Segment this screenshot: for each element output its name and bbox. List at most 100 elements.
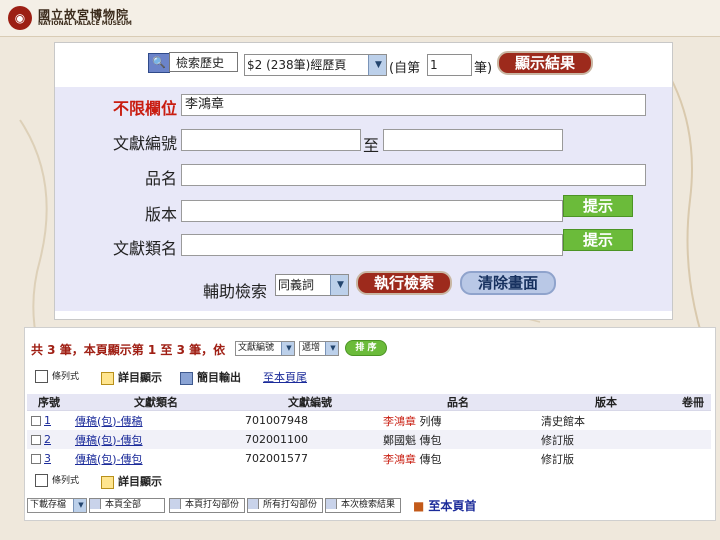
this-search-results-button[interactable]: 本次檢索結果 [325,498,401,513]
list-view-label: 條列式 [52,372,80,382]
print-all-checked-label: 所有打勾部份 [263,500,318,510]
row-edition: 修訂版 [541,452,574,466]
summary-export-button[interactable]: 簡目輸出 [180,369,241,385]
list-view-icon [35,369,48,383]
clear-screen-button[interactable]: 清除畫面 [460,271,556,295]
results-table: 序號 文獻類名 文獻編號 品名 版本 卷冊 1 傳稿(包)-傳稿 7010079… [27,394,711,468]
aux-selected-value: 同義詞 [278,278,315,292]
edition-hint-button[interactable]: 提示 [563,195,633,217]
list-view-icon [35,473,48,487]
to-top-label: 至本頁首 [428,499,477,513]
table-row: 1 傳稿(包)-傳稿 701007948 李鴻章 列傳 清史館本 [27,411,711,431]
title-input[interactable] [181,164,646,186]
doc-no-label: 文獻編號 [112,134,177,153]
row-doc-no: 702001577 [245,452,308,465]
detail-view-button[interactable]: 詳目顯示 [101,473,162,489]
col-header-edition: 版本 [537,394,675,411]
doc-no-from-input[interactable] [181,129,361,151]
page-all-button[interactable]: 本頁全部 [89,498,165,513]
aux-search-select[interactable]: 同義詞 ▼ [275,274,349,296]
chevron-down-icon[interactable]: ▼ [281,342,294,355]
list-view-label: 條列式 [52,476,80,486]
doc-no-to-input[interactable] [383,129,563,151]
monitor-icon [326,499,337,509]
any-field-label: 不限欄位 [112,99,177,118]
category-input[interactable] [181,234,563,256]
edition-input[interactable] [181,200,563,222]
print-page-checked-button[interactable]: 本頁打勾部份 [169,498,245,513]
export-icon [180,371,193,385]
from-suffix: 筆) [474,61,493,76]
checkbox-icon [90,499,101,509]
sort-field-value: 文獻編號 [238,343,275,353]
detail-view-label: 詳目顯示 [118,371,162,384]
row-checkbox[interactable] [31,416,41,426]
detail-view-label: 詳目顯示 [118,475,162,488]
row-doc-no: 702001100 [241,430,379,449]
detail-view-button[interactable]: 詳目顯示 [101,369,162,385]
show-results-button[interactable]: 顯示結果 [497,51,593,75]
from-prefix: (自第 [389,61,421,76]
row-title-highlight: 李鴻章 [383,452,416,466]
row-checkbox[interactable] [31,435,41,445]
row-no-cell: 3 [27,449,71,468]
chevron-down-icon[interactable]: ▼ [368,55,386,75]
col-header-doc-no: 文獻編號 [241,394,379,411]
row-title-cell: 鄭國魁 傳包 [379,430,537,449]
col-header-volume: 卷冊 [675,394,711,411]
sort-order-select[interactable]: 遞增 ▼ [299,341,339,356]
any-field-input[interactable]: 李鴻章 [181,94,646,116]
org-name-en: NATIONAL PALACE MUSEUM [38,20,132,27]
sort-button[interactable]: 排 序 [345,340,387,356]
category-hint-button[interactable]: 提示 [563,229,633,251]
print-page-checked-label: 本頁打勾部份 [185,500,240,510]
row-category-link[interactable]: 傳稿(包)-傳稿 [75,415,143,428]
chevron-down-icon[interactable]: ▼ [73,499,86,512]
row-checkbox[interactable] [31,454,41,464]
document-icon [101,475,114,489]
row-no-link[interactable]: 2 [44,433,51,446]
row-title-cell: 李鴻章 列傳 [379,411,537,431]
col-header-title: 品名 [379,394,537,411]
row-no-link[interactable]: 1 [44,414,51,427]
execute-search-button[interactable]: 執行檢索 [356,271,452,295]
row-volume [675,411,711,431]
aux-search-label: 輔助檢索 [202,282,267,301]
row-doc-no: 701007948 [245,414,308,427]
page-all-label: 本頁全部 [105,500,142,510]
row-volume [675,449,711,468]
col-header-category: 文獻類名 [71,394,241,411]
row-title-rest: 鄭國魁 傳包 [383,433,442,447]
chevron-down-icon[interactable]: ▼ [325,342,338,355]
this-search-results-label: 本次檢索結果 [341,500,396,510]
printer-icon [170,499,181,509]
row-title-rest: 傳包 [416,452,442,466]
history-label[interactable]: 檢索歷史 [169,52,238,72]
row-title-cell: 李鴻章 傳包 [379,449,537,468]
row-no-cell: 1 [27,411,71,431]
chevron-down-icon[interactable]: ▼ [330,275,348,295]
arrow-up-icon: ■ [413,499,425,513]
print-all-checked-button[interactable]: 所有打勾部份 [247,498,323,513]
row-volume [675,430,711,449]
history-select[interactable]: $2 (238筆)經歷頁 ▼ [244,54,387,76]
title-label: 品名 [144,169,177,188]
table-row: 2 傳稿(包)-傳包 702001100 鄭國魁 傳包 修訂版 [27,430,711,449]
list-view-button[interactable]: 條列式 [35,369,79,383]
row-category-link[interactable]: 傳稿(包)-傳包 [75,453,143,466]
doc-no-to-label: 至 [363,136,380,155]
document-icon [101,371,114,385]
row-category-link[interactable]: 傳稿(包)-傳包 [75,434,143,447]
sort-field-select[interactable]: 文獻編號 ▼ [235,341,295,356]
row-no-link[interactable]: 3 [44,452,51,465]
to-top-link[interactable]: ■ 至本頁首 [413,497,476,514]
magnifier-icon[interactable]: 🔍 [148,53,170,73]
from-record-input[interactable]: 1 [427,54,472,76]
printer-icon [248,499,259,509]
download-select[interactable]: 下載存檔 ▼ [27,498,87,513]
edition-label: 版本 [144,205,177,224]
list-view-button[interactable]: 條列式 [35,473,79,487]
history-selected-value: $2 (238筆)經歷頁 [247,58,347,72]
row-edition: 清史館本 [541,414,585,428]
to-bottom-link[interactable]: 至本頁尾 [263,369,307,385]
